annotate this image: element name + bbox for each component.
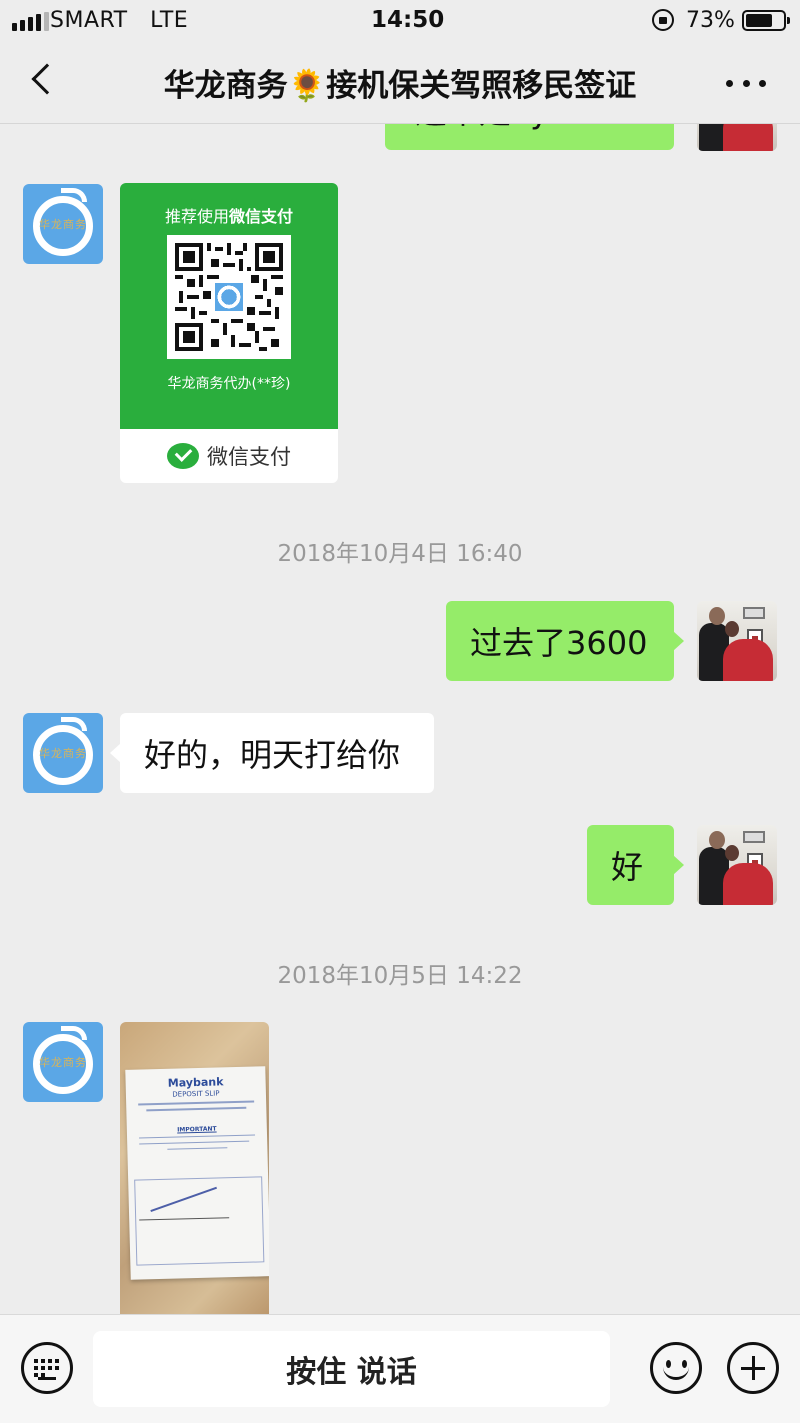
battery-icon [742,10,790,31]
contact-avatar[interactable]: 华龙商务 [23,184,103,264]
avatar-logo-text: 华龙商务 [39,218,87,231]
slip-important-label: IMPORTANT [177,1125,217,1134]
avatar-logo-text: 华龙商务 [39,1056,87,1069]
clock: 14:50 [371,7,445,33]
message-timestamp: 2018年10月5日 14:22 [277,963,523,989]
message-text: 好的，明天打给你 [144,736,401,774]
payment-qr-card[interactable]: 推荐使用微信支付 华龙商务代办(**珍) 微信支付 [120,183,338,483]
network-type: LTE [150,8,189,33]
more-functions-plus-icon[interactable] [727,1342,779,1394]
rotation-lock-icon [652,9,674,31]
message-bubble-received[interactable]: 好的，明天打给你 [110,713,434,793]
chat-header: 华龙商务🌻接机保关驾照移民签证 [0,40,800,124]
qr-recommend-text: 推荐使用微信支付 [120,203,338,227]
more-options-icon[interactable] [726,80,766,88]
qr-card-header: 推荐使用微信支付 华龙商务代办(**珍) [120,183,338,429]
message-text: 好 [611,848,644,886]
my-avatar[interactable] [697,601,777,681]
carrier-name: SMART [50,8,128,33]
deposit-slip-photo[interactable]: Maybank DEPOSIT SLIP IMPORTANT [120,1022,269,1314]
message-bubble-sent-partial[interactable]: 这不是 ly [385,124,674,150]
wechat-pay-label: 微信支付 [207,445,291,469]
hold-to-talk-button[interactable]: 按住 说话 [93,1331,610,1407]
message-text: 这不是 ly [415,124,549,133]
emoji-icon[interactable] [650,1342,702,1394]
my-avatar[interactable] [697,825,777,905]
chat-title: 华龙商务🌻接机保关驾照移民签证 [163,68,637,104]
qr-recommend-prefix: 推荐使用 [164,207,229,226]
chat-message-list[interactable]: 这不是 ly 华龙商务 推荐使用微信支付 [0,124,800,1314]
deposit-slip: Maybank DEPOSIT SLIP IMPORTANT [125,1066,269,1280]
avatar-logo-text: 华龙商务 [39,747,87,760]
carrier-label: SMART LTE [50,8,188,33]
qr-card-footer: 微信支付 [120,429,338,483]
qr-payee-name: 华龙商务代办(**珍) [167,376,291,392]
slip-validation-box [134,1176,265,1266]
message-bubble-sent[interactable]: 过去了3600 [446,601,684,681]
message-text: 过去了3600 [470,624,648,662]
message-bubble-sent[interactable]: 好 [587,825,684,905]
status-bar: SMART LTE 14:50 73% [0,0,800,40]
wechat-pay-icon [167,443,199,469]
message-timestamp: 2018年10月4日 16:40 [277,541,523,567]
battery-fill [746,14,772,27]
my-avatar[interactable] [697,124,777,151]
keyboard-icon[interactable] [21,1342,73,1394]
contact-avatar[interactable]: 华龙商务 [23,713,103,793]
qr-code-image [167,235,291,359]
contact-avatar[interactable]: 华龙商务 [23,1022,103,1102]
back-icon[interactable] [31,63,63,95]
qr-recommend-bold: 微信支付 [229,207,294,226]
chat-input-bar: 按住 说话 [0,1314,800,1423]
battery-percent: 73% [686,8,735,33]
signal-strength-icon [12,12,49,31]
